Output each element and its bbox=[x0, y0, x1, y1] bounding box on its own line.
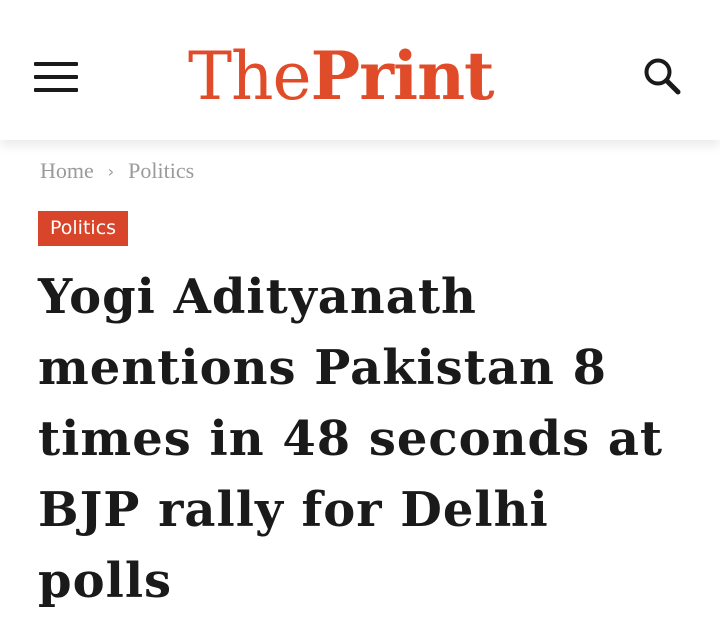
breadcrumb-home[interactable]: Home bbox=[40, 158, 94, 184]
breadcrumb-current[interactable]: Politics bbox=[128, 158, 194, 184]
logo-the: The bbox=[188, 38, 312, 115]
breadcrumb: Home › Politics bbox=[40, 156, 194, 186]
article-headline: Yogi Adityanath mentions Pakistan 8 time… bbox=[38, 269, 664, 609]
category-badge[interactable]: Politics bbox=[38, 211, 129, 246]
menu-bar bbox=[34, 88, 78, 92]
site-header: ThePrint bbox=[0, 0, 720, 140]
hamburger-menu-icon[interactable] bbox=[34, 60, 78, 94]
menu-bar bbox=[34, 75, 78, 79]
menu-bar bbox=[34, 62, 78, 66]
logo-print: Print bbox=[310, 37, 495, 115]
breadcrumb-separator: › bbox=[107, 161, 115, 181]
search-icon[interactable] bbox=[640, 54, 686, 100]
search-icon-graphic bbox=[644, 58, 681, 95]
site-logo[interactable]: ThePrint bbox=[188, 36, 495, 116]
